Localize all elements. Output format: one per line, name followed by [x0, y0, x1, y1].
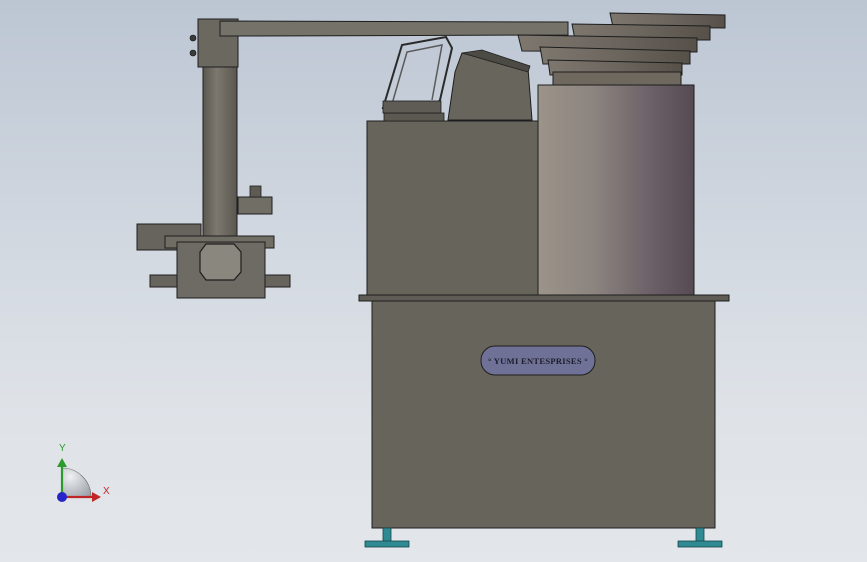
nameplate-text: ° YUMI ENTESPRISES °: [487, 355, 589, 366]
triad-y-arrow-icon: [57, 458, 67, 467]
graphics-viewport[interactable]: ° YUMI ENTESPRISES ° Y X: [0, 0, 867, 562]
foot-stem-right: [695, 527, 705, 543]
triad-arc: [61, 467, 92, 498]
feeder-machine-model[interactable]: [0, 0, 867, 562]
foot-pad-left: [364, 540, 410, 548]
foot-stem-left: [382, 527, 392, 543]
set-screw-icon: [189, 34, 197, 42]
triad-z-axis-icon: [57, 492, 67, 502]
triad-x-label: X: [103, 486, 110, 497]
mount-plate: [383, 112, 445, 122]
vertical-post: [202, 66, 238, 243]
bowl-base: [552, 71, 682, 86]
reference-triad: [57, 458, 101, 502]
triad-y-label: Y: [59, 443, 66, 454]
control-box-body: [366, 120, 539, 298]
foot-pad-right: [677, 540, 723, 548]
swing-arm: [219, 20, 569, 37]
handle-base: [382, 100, 442, 114]
bracket-block: [237, 196, 273, 215]
clamp-bore: [199, 243, 242, 281]
set-screw-icon: [189, 49, 197, 57]
triad-x-arrow-icon: [92, 492, 101, 502]
control-box[interactable]: [366, 35, 539, 298]
hopper-cylinder[interactable]: [537, 84, 695, 297]
leveling-feet: [364, 527, 723, 548]
base-cabinet[interactable]: [371, 300, 716, 529]
bracket-nut: [249, 185, 262, 198]
top-plate: [358, 294, 730, 302]
